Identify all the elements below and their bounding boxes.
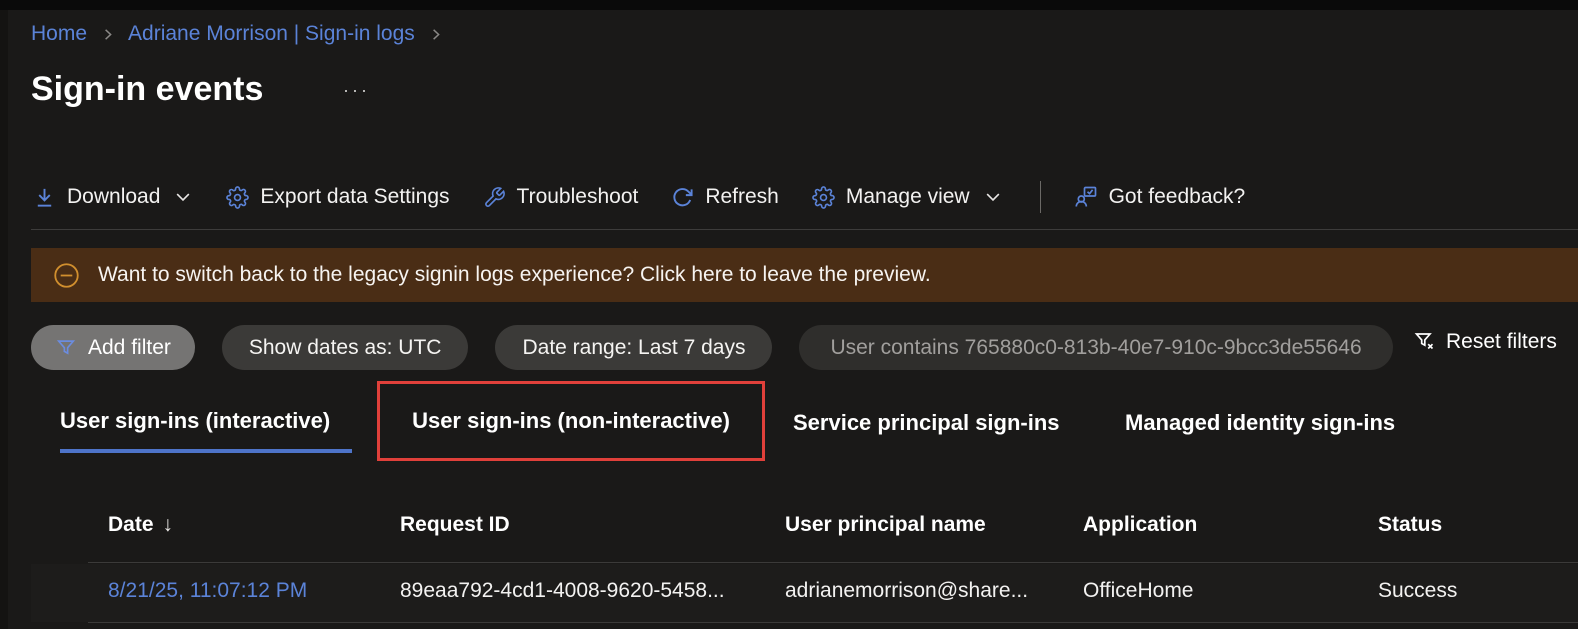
- toolbar-bottom-divider: [31, 229, 1578, 230]
- add-filter-label: Add filter: [88, 336, 171, 360]
- table-row-divider: [88, 622, 1578, 623]
- tab-service-principal-signins[interactable]: Service principal sign-ins: [793, 410, 1060, 436]
- user-contains-pill[interactable]: User contains 765880c0-813b-40e7-910c-9b…: [799, 325, 1392, 370]
- column-header-application[interactable]: Application: [1083, 513, 1197, 537]
- export-data-settings-button[interactable]: Export data Settings: [226, 185, 449, 209]
- manage-view-button[interactable]: Manage view: [812, 185, 1003, 209]
- signin-logs-page: Home Adriane Morrison | Sign-in logs Sig…: [0, 0, 1578, 629]
- toolbar-divider: [1040, 181, 1041, 213]
- download-label: Download: [67, 185, 160, 209]
- left-edge-strip: [0, 0, 8, 629]
- annotation-highlight-box: User sign-ins (non-interactive): [377, 381, 765, 461]
- command-bar: Download Export data Settings Troublesho…: [33, 174, 1278, 220]
- active-tab-underline: [60, 449, 352, 453]
- column-header-user-principal-name[interactable]: User principal name: [785, 513, 986, 537]
- row-application: OfficeHome: [1083, 579, 1194, 603]
- filter-clear-icon: [1413, 330, 1437, 354]
- table-header-divider: [88, 562, 1578, 563]
- breadcrumb: Home Adriane Morrison | Sign-in logs: [31, 22, 443, 46]
- chevron-down-icon: [173, 187, 193, 207]
- row-date-link[interactable]: 8/21/25, 11:07:12 PM: [108, 579, 307, 603]
- legacy-preview-banner[interactable]: Want to switch back to the legacy signin…: [31, 248, 1578, 302]
- filter-bar: Add filter Show dates as: UTC Date range…: [31, 325, 1393, 370]
- banner-message[interactable]: Want to switch back to the legacy signin…: [98, 263, 931, 287]
- row-user-principal-name: adrianemorrison@share...: [785, 579, 1028, 603]
- reset-filters-label: Reset filters: [1446, 330, 1557, 354]
- gear-icon: [812, 186, 835, 209]
- tab-managed-identity-signins[interactable]: Managed identity sign-ins: [1125, 410, 1395, 436]
- breadcrumb-signin-logs-link[interactable]: Adriane Morrison | Sign-in logs: [128, 22, 415, 46]
- refresh-icon: [671, 186, 694, 209]
- tab-user-signins-non-interactive[interactable]: User sign-ins (non-interactive): [412, 408, 730, 434]
- chevron-down-icon: [983, 187, 1003, 207]
- sort-descending-icon: ↓: [163, 513, 174, 536]
- tab-user-signins-interactive[interactable]: User sign-ins (interactive): [60, 408, 330, 434]
- got-feedback-label: Got feedback?: [1109, 185, 1246, 209]
- feedback-icon: [1074, 185, 1098, 209]
- column-header-date[interactable]: Date↓: [108, 513, 173, 537]
- page-title: Sign-in events: [31, 70, 263, 109]
- got-feedback-button[interactable]: Got feedback?: [1074, 185, 1246, 209]
- chevron-right-icon: [100, 27, 115, 42]
- column-header-request-id[interactable]: Request ID: [400, 513, 510, 537]
- troubleshoot-label: Troubleshoot: [517, 185, 639, 209]
- column-header-status[interactable]: Status: [1378, 513, 1442, 537]
- top-edge-strip: [0, 0, 1578, 10]
- breadcrumb-home-link[interactable]: Home: [31, 22, 87, 46]
- row-request-id: 89eaa792-4cd1-4008-9620-5458...: [400, 579, 725, 603]
- refresh-button[interactable]: Refresh: [671, 185, 779, 209]
- export-data-settings-label: Export data Settings: [260, 185, 449, 209]
- show-dates-pill[interactable]: Show dates as: UTC: [222, 325, 469, 370]
- manage-view-label: Manage view: [846, 185, 970, 209]
- chevron-right-icon: [428, 27, 443, 42]
- blocked-icon: [52, 261, 81, 290]
- date-range-pill[interactable]: Date range: Last 7 days: [495, 325, 772, 370]
- refresh-label: Refresh: [705, 185, 779, 209]
- more-options-button[interactable]: ···: [343, 80, 370, 101]
- download-icon: [33, 186, 56, 209]
- troubleshoot-button[interactable]: Troubleshoot: [483, 185, 639, 209]
- reset-filters-button[interactable]: Reset filters: [1413, 330, 1557, 354]
- row-status: Success: [1378, 579, 1457, 603]
- add-filter-button[interactable]: Add filter: [31, 325, 195, 370]
- download-button[interactable]: Download: [33, 185, 193, 209]
- filter-icon: [55, 337, 77, 359]
- wrench-icon: [483, 186, 506, 209]
- gear-icon: [226, 186, 249, 209]
